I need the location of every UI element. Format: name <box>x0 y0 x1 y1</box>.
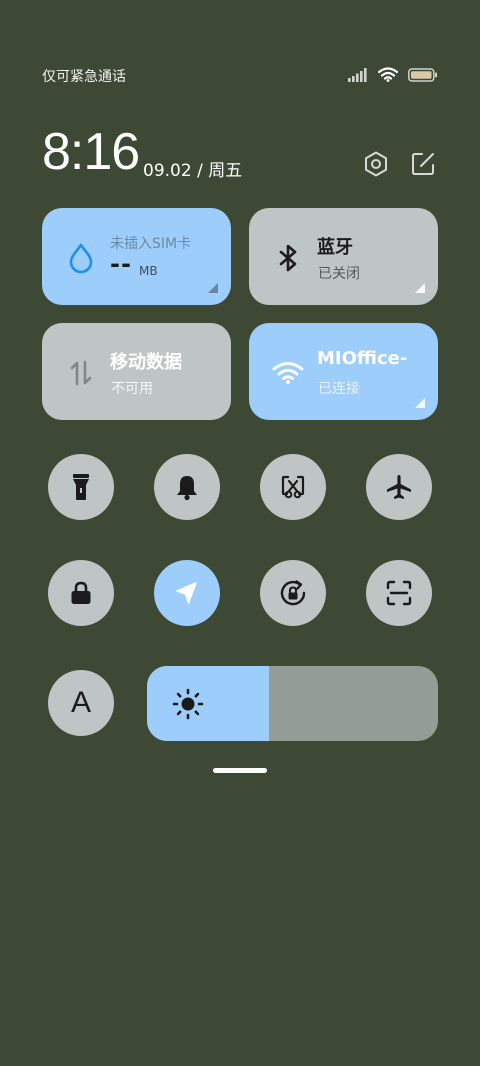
bluetooth-icon <box>279 244 297 272</box>
wifi-network-name: MIOffice- <box>317 348 408 369</box>
airplane-icon <box>387 475 411 499</box>
tile-expand-indicator <box>415 283 425 293</box>
scanner-icon <box>386 580 412 606</box>
flashlight-toggle[interactable] <box>48 454 114 520</box>
airplane-toggle[interactable] <box>366 454 432 520</box>
wifi-status: 已连接 <box>318 381 360 397</box>
data-usage-tile[interactable]: 未插入SIM卡 -- MB <box>42 208 231 305</box>
rotation-lock-toggle[interactable] <box>260 560 326 626</box>
data-usage-value: -- <box>110 250 132 278</box>
wifi-tile[interactable]: MIOffice- 已连接 <box>249 323 438 420</box>
bell-icon <box>177 476 197 501</box>
water-drop-icon <box>69 243 93 274</box>
scanner-toggle[interactable] <box>366 560 432 626</box>
status-bar: 仅可紧急通话 <box>42 64 438 88</box>
mobile-data-status: 不可用 <box>111 381 153 397</box>
sun-icon <box>172 688 204 720</box>
location-icon <box>176 582 197 604</box>
status-icons <box>348 67 438 82</box>
brightness-level-fill <box>147 666 270 741</box>
home-indicator[interactable] <box>213 768 267 773</box>
data-usage-unit: MB <box>139 264 158 278</box>
mobile-data-title: 移动数据 <box>110 352 182 373</box>
bluetooth-status: 已关闭 <box>318 266 360 282</box>
bluetooth-title: 蓝牙 <box>317 237 353 258</box>
mobile-data-tile[interactable]: 移动数据 不可用 <box>42 323 231 420</box>
bluetooth-tile[interactable]: 蓝牙 已关闭 <box>249 208 438 305</box>
screenshot-toggle[interactable] <box>260 454 326 520</box>
signal-icon <box>348 67 367 82</box>
auto-brightness-icon: A <box>70 686 91 719</box>
bell-toggle[interactable] <box>154 454 220 520</box>
lock-icon <box>71 581 91 604</box>
battery-icon <box>408 67 437 82</box>
auto-brightness-button[interactable]: A <box>48 670 114 736</box>
clock-time: 8:16 <box>42 123 140 181</box>
date-label: 09.02 / 周五 <box>143 161 243 181</box>
flashlight-icon <box>73 474 89 500</box>
tile-expand-indicator <box>208 283 218 293</box>
wifi-icon <box>378 67 398 82</box>
wifi-icon <box>272 362 304 384</box>
tile-expand-indicator <box>415 398 425 408</box>
lock-screen-toggle[interactable] <box>48 560 114 626</box>
settings-icon[interactable] <box>362 150 390 178</box>
mobile-data-icon <box>70 360 92 386</box>
brightness-slider[interactable] <box>147 666 438 741</box>
edit-icon[interactable] <box>409 150 437 178</box>
carrier-text: 仅可紧急通话 <box>42 69 126 85</box>
rotation-lock-icon <box>280 580 306 606</box>
screenshot-icon <box>281 475 305 499</box>
location-toggle[interactable] <box>154 560 220 626</box>
